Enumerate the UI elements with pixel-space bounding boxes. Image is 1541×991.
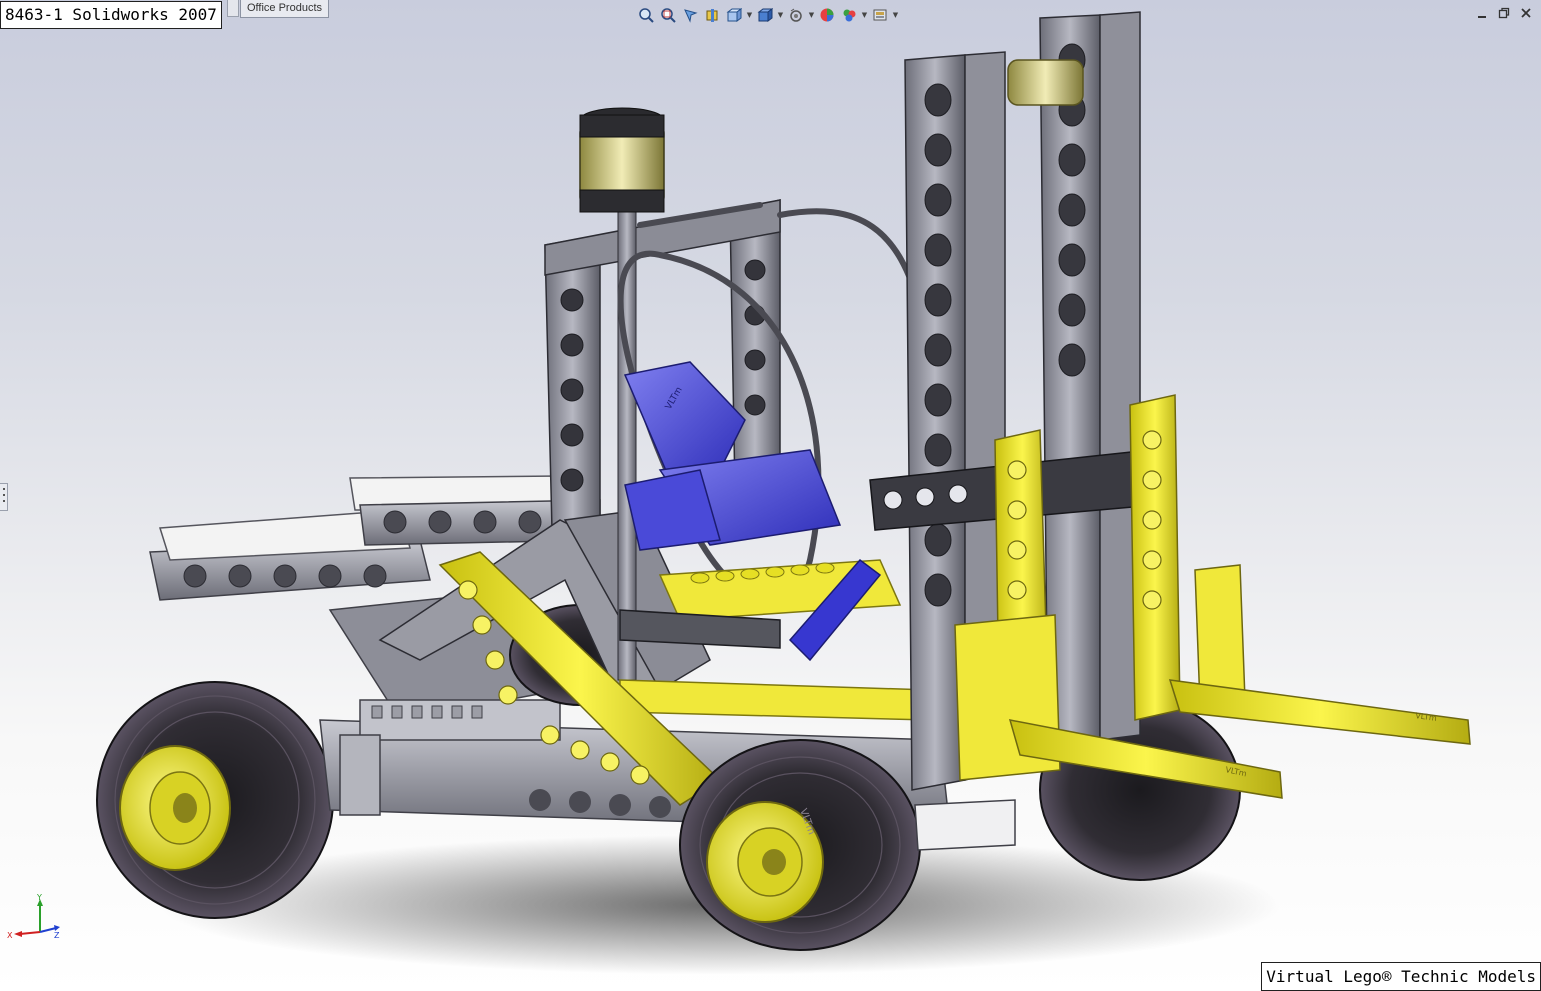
hide-show-items-icon[interactable]: [786, 5, 806, 25]
zoom-to-fit-icon[interactable]: [636, 5, 656, 25]
triad-x-label: X: [7, 931, 13, 940]
heads-up-view-toolbar: ▼ ▼ ▼ ▼ ▼: [636, 4, 899, 26]
close-icon[interactable]: [1519, 6, 1533, 20]
forklift-model[interactable]: VLTm VLTm VLTm VLTm: [0, 0, 1541, 991]
front-left-wheel: VLTm: [679, 739, 921, 951]
tab-office-products[interactable]: Office Products: [240, 0, 329, 18]
display-style-dropdown-icon[interactable]: ▼: [777, 5, 784, 25]
hide-show-dropdown-icon[interactable]: ▼: [808, 5, 815, 25]
hidden-tab[interactable]: [227, 0, 239, 17]
graphics-viewport[interactable]: VLTm VLTm VLTm VLTm 8463-1 Solidworks 20…: [0, 0, 1541, 991]
window-controls: [1475, 6, 1533, 20]
view-orientation-icon[interactable]: [724, 5, 744, 25]
edit-appearance-icon[interactable]: [817, 5, 837, 25]
restore-icon[interactable]: [1497, 6, 1511, 20]
apply-scene-dropdown-icon[interactable]: ▼: [861, 5, 868, 25]
rear-left-wheel: [96, 681, 334, 919]
minimize-icon[interactable]: [1475, 6, 1489, 20]
zoom-to-area-icon[interactable]: [658, 5, 678, 25]
reference-triad: Y X Z: [7, 894, 60, 940]
apply-scene-icon[interactable]: [839, 5, 859, 25]
triad-y-label: Y: [36, 894, 42, 902]
view-settings-dropdown-icon[interactable]: ▼: [892, 5, 899, 25]
feature-manager-expand-handle[interactable]: [0, 483, 8, 511]
triad-z-label: Z: [54, 931, 60, 940]
document-title: 8463-1 Solidworks 2007: [0, 1, 222, 29]
display-style-icon[interactable]: [755, 5, 775, 25]
pneumatic-tank: [579, 107, 665, 213]
view-settings-icon[interactable]: [870, 5, 890, 25]
brand-caption: Virtual Lego® Technic Models: [1261, 962, 1541, 991]
view-orientation-dropdown-icon[interactable]: ▼: [746, 5, 753, 25]
section-view-icon[interactable]: [702, 5, 722, 25]
front-axle-plate: [914, 799, 1016, 851]
previous-view-icon[interactable]: [680, 5, 700, 25]
